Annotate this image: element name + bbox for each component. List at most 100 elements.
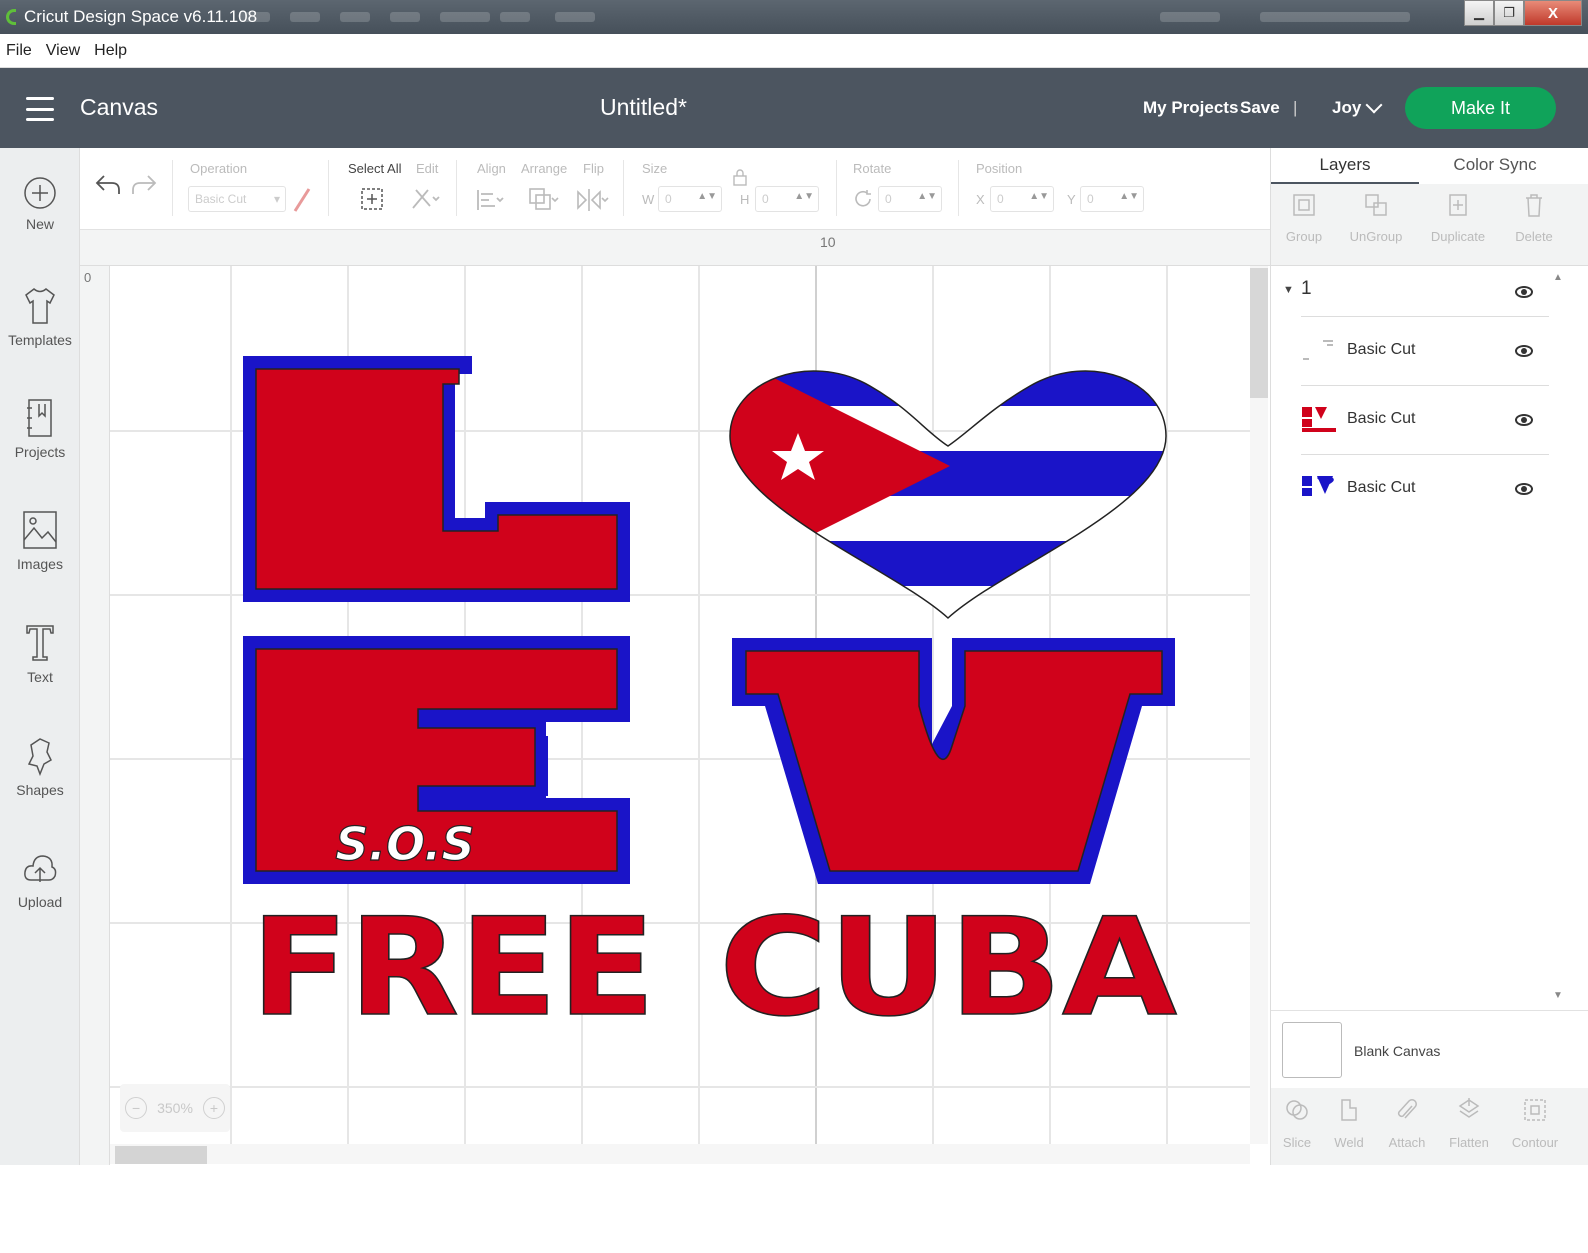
sidebar-item-label: Projects [14,444,66,460]
canvas-color-swatch[interactable] [1282,1022,1342,1078]
layer-row[interactable]: Basic Cut [1301,385,1549,453]
y-position-input[interactable]: 0 ▲▼ [1080,186,1144,212]
operation-label: Operation [190,161,248,176]
make-it-button[interactable]: Make It [1405,87,1556,129]
select-all-icon[interactable] [360,186,384,212]
arrange-label: Arrange [521,161,568,176]
stepper-icon: ▲▼ [1119,191,1139,202]
menu-file[interactable]: File [6,42,32,60]
height-input[interactable]: 0 ▲▼ [755,186,819,212]
layer-group-row[interactable]: ▼ 1 [1271,268,1549,316]
x-position-input[interactable]: 0 ▲▼ [990,186,1054,212]
scrollbar-thumb[interactable] [115,1146,207,1164]
tab-layers[interactable]: Layers [1271,148,1419,184]
scroll-down-icon[interactable]: ▼ [1553,990,1563,1001]
contour-button[interactable]: Contour [1505,1096,1565,1150]
delete-button[interactable]: Delete [1499,190,1569,244]
sos-text: S.O.S [335,817,474,871]
bottom-layer-tools: Slice Weld Attach Flatten Contour [1271,1088,1588,1165]
layer-name: Basic Cut [1347,410,1416,427]
canvas-horizontal-scrollbar[interactable] [110,1144,1250,1164]
cricut-logo-icon [6,9,16,25]
letter-e-shape[interactable]: S.O.S [243,636,630,884]
eye-icon[interactable] [1515,483,1533,495]
sidebar-item-label: New [25,216,54,232]
rotate-input[interactable]: 0 ▲▼ [878,186,942,212]
scrollbar-thumb[interactable] [1250,268,1268,398]
sidebar-item-label: Shapes [16,782,64,798]
sidebar-item-projects[interactable]: Projects [0,398,80,460]
flip-icon[interactable] [575,186,609,214]
eye-icon[interactable] [1515,345,1533,357]
layer-row[interactable]: Basic Cut [1301,316,1549,384]
hamburger-menu-icon[interactable] [26,97,54,121]
lock-icon[interactable] [732,168,748,186]
zoom-out-button[interactable]: − [125,1097,148,1119]
eye-icon[interactable] [1515,414,1533,426]
menu-view[interactable]: View [46,42,80,60]
close-button[interactable]: X [1524,0,1582,26]
blank-canvas-row[interactable]: Blank Canvas [1271,1010,1588,1088]
layer-group-name: 1 [1301,278,1312,299]
weld-button[interactable]: Weld [1319,1096,1379,1150]
attach-button[interactable]: Attach [1377,1096,1437,1150]
sidebar-item-templates[interactable]: Templates [0,286,80,348]
save-button[interactable]: Save [1240,98,1280,118]
layer-row[interactable]: Basic Cut [1301,454,1549,522]
duplicate-label: Duplicate [1430,229,1486,244]
duplicate-button[interactable]: Duplicate [1423,190,1493,244]
size-label: Size [642,161,668,176]
restore-button[interactable]: ❐ [1494,0,1524,26]
blurred-menu-item [440,12,490,22]
group-button[interactable]: Group [1269,190,1339,244]
plus-circle-icon [24,177,56,209]
height-label: H [740,192,750,207]
slice-button[interactable]: Slice [1267,1096,1327,1150]
flatten-button[interactable]: Flatten [1439,1096,1499,1150]
edit-label: Edit [416,161,439,176]
cuba-text[interactable]: CUBA [718,888,1178,1047]
select-all-label: Select All [348,161,402,176]
free-text[interactable]: FREE [250,888,657,1047]
y-label: Y [1067,192,1076,207]
dropdown-arrow-icon: ▾ [273,192,280,206]
design-canvas[interactable]: S.O.S FREE CUBA [110,266,1250,1144]
operation-select[interactable]: Basic Cut ▾ [188,186,286,212]
canvas-vertical-scrollbar[interactable] [1250,266,1268,1144]
layers-scrollbar[interactable]: ▲ ▼ [1551,268,1565,1008]
letter-v-shape[interactable] [732,638,1175,884]
redo-icon[interactable] [130,172,158,198]
top-ruler: 10 [80,230,1270,266]
caret-down-icon[interactable]: ▼ [1283,284,1294,296]
blurred-menu-item [1260,12,1410,22]
duplicate-icon [1449,194,1467,216]
my-projects-link[interactable]: My Projects [1143,98,1238,118]
sidebar-item-images[interactable]: Images [0,510,80,572]
stepper-icon: ▲▼ [917,191,937,202]
layer-name: Basic Cut [1347,341,1416,358]
width-input[interactable]: 0 ▲▼ [658,186,722,212]
eye-icon[interactable] [1515,286,1533,298]
menu-help[interactable]: Help [94,42,127,60]
pen-color-icon[interactable] [292,186,312,214]
edit-scissors-icon[interactable] [410,186,442,212]
sidebar-item-shapes[interactable]: Shapes [0,736,80,798]
user-menu[interactable]: Joy [1332,98,1361,118]
sidebar-item-label: Text [27,669,53,685]
ungroup-button[interactable]: UnGroup [1341,190,1411,244]
undo-icon[interactable] [94,172,122,198]
zoom-in-button[interactable]: + [202,1097,225,1119]
sidebar-item-text[interactable]: Text [0,623,80,685]
sidebar-item-new[interactable]: New [0,176,80,232]
minimize-button[interactable]: ▁ [1464,0,1494,26]
blank-canvas-label: Blank Canvas [1354,1043,1441,1059]
sidebar-item-upload[interactable]: Upload [0,850,80,910]
letter-l-shape[interactable] [243,356,630,602]
arrange-icon[interactable] [527,186,559,214]
chevron-down-icon[interactable] [1365,96,1383,114]
align-icon[interactable] [475,188,505,212]
width-value: 0 [665,192,672,206]
tab-color-sync[interactable]: Color Sync [1421,148,1569,184]
scroll-up-icon[interactable]: ▲ [1553,272,1563,283]
cuban-flag-heart[interactable] [710,346,1190,631]
